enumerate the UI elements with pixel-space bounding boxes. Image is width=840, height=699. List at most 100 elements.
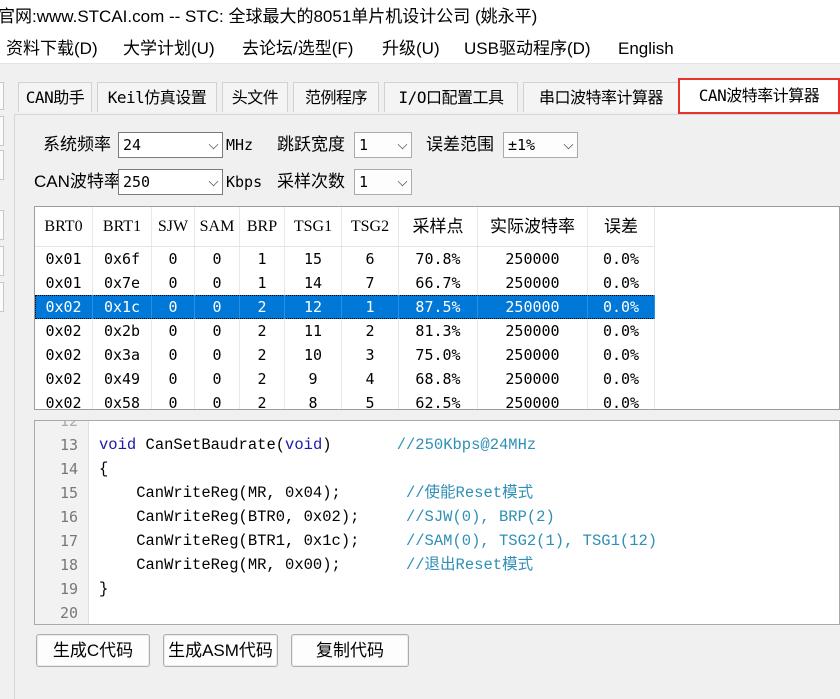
menu-bar: 资料下载(D) 大学计划(U) 去论坛/选型(F) 升级(U) USB驱动程序(… xyxy=(0,34,840,64)
code-line: } xyxy=(99,577,108,601)
table-cell: 9 xyxy=(285,367,342,391)
table-cell: 0 xyxy=(195,271,240,295)
table-cell: 62.5% xyxy=(399,391,478,409)
chevron-down-icon xyxy=(563,139,574,150)
table-cell: 6 xyxy=(342,247,399,271)
table-cell: 4 xyxy=(342,367,399,391)
menu-forum[interactable]: 去论坛/选型(F) xyxy=(240,34,355,64)
table-cell: 250000 xyxy=(478,319,588,343)
table-cell: 81.3% xyxy=(399,319,478,343)
can-baud-select[interactable]: 250 xyxy=(118,169,223,195)
table-cell: 0 xyxy=(195,247,240,271)
window-title: 官网:www.STCAI.com -- STC: 全球最大的8051单片机设计公… xyxy=(0,7,538,26)
table-cell: 0x01 xyxy=(35,247,93,271)
baud-results-table[interactable]: BRT0 BRT1 SJW SAM BRP TSG1 TSG2 采样点 实际波特率 误差 0x01 0… xyxy=(34,206,840,410)
generate-asm-button[interactable]: 生成ASM代码 xyxy=(163,634,278,667)
table-cell: 0.0% xyxy=(588,295,655,319)
menu-english[interactable]: English xyxy=(616,34,676,64)
column-header[interactable]: SAM xyxy=(195,207,240,246)
table-row[interactable]: 0x02 0x49 0 0 2 9 4 68.8% 250000 0.0% xyxy=(35,367,655,391)
column-header[interactable]: BRP xyxy=(240,207,285,246)
table-cell: 0.0% xyxy=(588,343,655,367)
table-cell: 0x49 xyxy=(93,367,152,391)
table-cell: 0x1c xyxy=(93,295,152,319)
table-cell: 0x6f xyxy=(93,247,152,271)
can-baud-label: CAN波特率 xyxy=(34,172,121,191)
code-text: CanWriteReg(BTR1, 0x1c); xyxy=(99,532,406,550)
tab-io-config[interactable]: I/O口配置工具 xyxy=(384,82,518,112)
sample-count-select[interactable]: 1 xyxy=(354,169,412,195)
menu-upgrade[interactable]: 升级(U) xyxy=(380,34,442,64)
table-cell: 250000 xyxy=(478,247,588,271)
table-cell: 2 xyxy=(240,295,285,319)
table-cell: 250000 xyxy=(478,391,588,409)
table-cell: 0.0% xyxy=(588,391,655,409)
table-cell: 10 xyxy=(285,343,342,367)
table-row[interactable]: 0x01 0x7e 0 0 1 14 7 66.7% 250000 0.0% xyxy=(35,271,655,295)
code-comment: //250Kbps@24MHz xyxy=(396,436,537,454)
table-row[interactable]: 0x02 0x1c 0 0 2 12 1 87.5% 250000 0.0% xyxy=(35,295,655,319)
column-header[interactable]: TSG1 xyxy=(285,207,342,246)
line-number: 19 xyxy=(59,580,78,598)
tab-can-helper[interactable]: CAN助手 xyxy=(18,82,92,112)
table-cell: 0 xyxy=(152,367,195,391)
tab-uart-baud[interactable]: 串口波特率计算器 xyxy=(523,82,679,112)
column-header[interactable]: 采样点 xyxy=(399,207,478,246)
column-header[interactable]: 误差 xyxy=(588,207,655,246)
menu-usb-driver[interactable]: USB驱动程序(D) xyxy=(462,34,593,64)
tab-examples[interactable]: 范例程序 xyxy=(293,82,379,112)
table-cell: 0x01 xyxy=(35,271,93,295)
sjw-label: 跳跃宽度 xyxy=(277,135,345,154)
can-baud-unit: Kbps xyxy=(226,173,263,191)
column-header[interactable]: BRT0 xyxy=(35,207,93,246)
line-number: 20 xyxy=(59,604,78,622)
copy-code-button[interactable]: 复制代码 xyxy=(291,634,409,667)
table-cell: 14 xyxy=(285,271,342,295)
tab-header-file[interactable]: 头文件 xyxy=(222,82,288,112)
table-cell: 0 xyxy=(195,343,240,367)
table-row[interactable]: 0x02 0x2b 0 0 2 11 2 81.3% 250000 0.0% xyxy=(35,319,655,343)
table-cell: 0.0% xyxy=(588,367,655,391)
sysfreq-select[interactable]: 24 xyxy=(118,132,223,158)
tab-can-baud[interactable]: CAN波特率计算器 xyxy=(678,78,840,114)
table-row[interactable]: 0x02 0x58 0 0 2 8 5 62.5% 250000 0.0% xyxy=(35,391,655,409)
sjw-select[interactable]: 1 xyxy=(354,132,412,158)
code-line: CanWriteReg(BTR1, 0x1c); //SAM(0), TSG2(… xyxy=(99,529,657,553)
sjw-value: 1 xyxy=(359,136,369,154)
column-header[interactable]: 实际波特率 xyxy=(478,207,588,246)
code-line: CanWriteReg(BTR0, 0x02); //SJW(0), BRP(2… xyxy=(99,505,555,529)
menu-university[interactable]: 大学计划(U) xyxy=(121,34,217,64)
tab-keil-settings[interactable]: Keil仿真设置 xyxy=(97,82,217,112)
code-preview[interactable]: 12 13 14 15 16 17 18 19 20 void CanSetBaudrate(… xyxy=(34,420,840,625)
table-cell: 11 xyxy=(285,319,342,343)
line-number: 15 xyxy=(59,484,78,502)
table-cell: 2 xyxy=(342,319,399,343)
column-header[interactable]: SJW xyxy=(152,207,195,246)
table-header: BRT0 BRT1 SJW SAM BRP TSG1 TSG2 采样点 实际波特率 误差 xyxy=(35,207,655,247)
menu-download[interactable]: 资料下载(D) xyxy=(4,34,100,64)
table-cell: 1 xyxy=(342,295,399,319)
code-line: { xyxy=(99,457,108,481)
line-number: 18 xyxy=(59,556,78,574)
generate-c-button[interactable]: 生成C代码 xyxy=(36,634,150,667)
table-row[interactable]: 0x02 0x3a 0 0 2 10 3 75.0% 250000 0.0% xyxy=(35,343,655,367)
sample-count-value: 1 xyxy=(359,173,369,191)
code-line: void CanSetBaudrate(void) //250Kbps@24MH… xyxy=(99,433,536,457)
column-header[interactable]: TSG2 xyxy=(342,207,399,246)
table-cell: 250000 xyxy=(478,271,588,295)
table-cell: 2 xyxy=(240,343,285,367)
table-cell: 0x7e xyxy=(93,271,152,295)
sysfreq-label: 系统频率 xyxy=(43,135,111,154)
table-cell: 0x02 xyxy=(35,343,93,367)
table-cell: 0 xyxy=(152,271,195,295)
table-cell: 0x02 xyxy=(35,367,93,391)
column-header[interactable]: BRT1 xyxy=(93,207,152,246)
table-cell: 2 xyxy=(240,319,285,343)
table-row[interactable]: 0x01 0x6f 0 0 1 15 6 70.8% 250000 0.0% xyxy=(35,247,655,271)
code-text: CanSetBaudrate( xyxy=(136,436,286,454)
error-range-select[interactable]: ±1% xyxy=(503,132,578,158)
code-text: CanWriteReg(MR, 0x04); xyxy=(99,484,406,502)
code-text: CanWriteReg(BTR0, 0x02); xyxy=(99,508,406,526)
code-line: CanWriteReg(MR, 0x04); //使能Reset模式 xyxy=(99,481,533,505)
code-comment: //SAM(0), TSG2(1), TSG1(12) xyxy=(405,532,658,550)
